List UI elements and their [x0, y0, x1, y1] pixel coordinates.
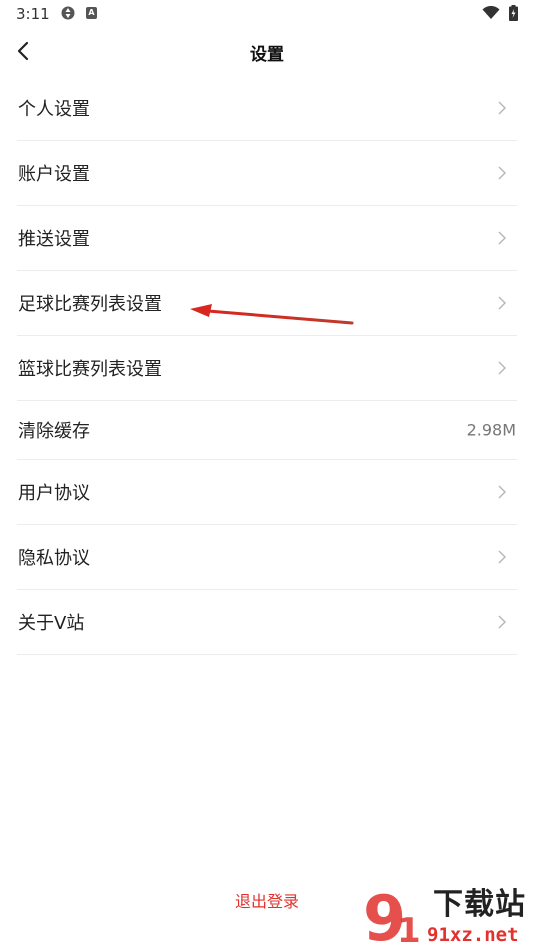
status-bar: 3:11 A	[0, 0, 534, 28]
settings-item-clear-cache[interactable]: 清除缓存 2.98M	[17, 401, 517, 460]
watermark: 9 1 下载站 91xz.net	[361, 886, 533, 948]
settings-item-football-list[interactable]: 足球比赛列表设置	[17, 271, 517, 336]
settings-item-label: 推送设置	[18, 229, 90, 250]
settings-item-label: 隐私协议	[18, 548, 90, 569]
settings-item-label: 篮球比赛列表设置	[18, 359, 162, 380]
svg-text:1: 1	[397, 911, 421, 948]
watermark-brand: 下载站	[433, 887, 526, 922]
watermark-logo-icon: 9 1	[363, 886, 421, 948]
settings-item-label: 用户协议	[18, 483, 90, 504]
chevron-right-icon	[498, 166, 506, 180]
settings-item-about[interactable]: 关于V站	[17, 590, 517, 655]
settings-item-label: 个人设置	[18, 99, 90, 120]
page-title: 设置	[250, 45, 284, 65]
chevron-right-icon	[498, 101, 506, 115]
watermark-url: 91xz.net	[427, 924, 519, 946]
settings-list: 个人设置 账户设置 推送设置 足球比赛列表设置 篮球比赛列表设置 清除缓存 2.…	[17, 76, 517, 655]
settings-item-user-agreement[interactable]: 用户协议	[17, 460, 517, 525]
settings-item-basketball-list[interactable]: 篮球比赛列表设置	[17, 336, 517, 401]
settings-item-push[interactable]: 推送设置	[17, 206, 517, 271]
wifi-icon	[482, 6, 500, 19]
logout-label: 退出登录	[234, 892, 299, 911]
app-header: 设置	[0, 28, 534, 76]
settings-item-privacy-agreement[interactable]: 隐私协议	[17, 525, 517, 590]
sync-icon	[61, 6, 75, 20]
status-time: 3:11	[16, 5, 50, 23]
cache-size-value: 2.98M	[466, 420, 516, 440]
settings-item-label: 清除缓存	[18, 421, 90, 442]
chevron-right-icon	[498, 361, 506, 375]
chevron-right-icon	[498, 296, 506, 310]
settings-item-account[interactable]: 账户设置	[17, 141, 517, 206]
chevron-right-icon	[498, 231, 506, 245]
chevron-right-icon	[498, 615, 506, 629]
settings-item-personal[interactable]: 个人设置	[17, 76, 517, 141]
battery-icon	[509, 5, 518, 21]
notification-app-icon: A	[86, 7, 97, 19]
chevron-right-icon	[498, 485, 506, 499]
settings-item-label: 账户设置	[18, 164, 90, 185]
settings-item-label: 足球比赛列表设置	[18, 294, 162, 315]
settings-item-label: 关于V站	[18, 613, 85, 634]
chevron-right-icon	[498, 550, 506, 564]
